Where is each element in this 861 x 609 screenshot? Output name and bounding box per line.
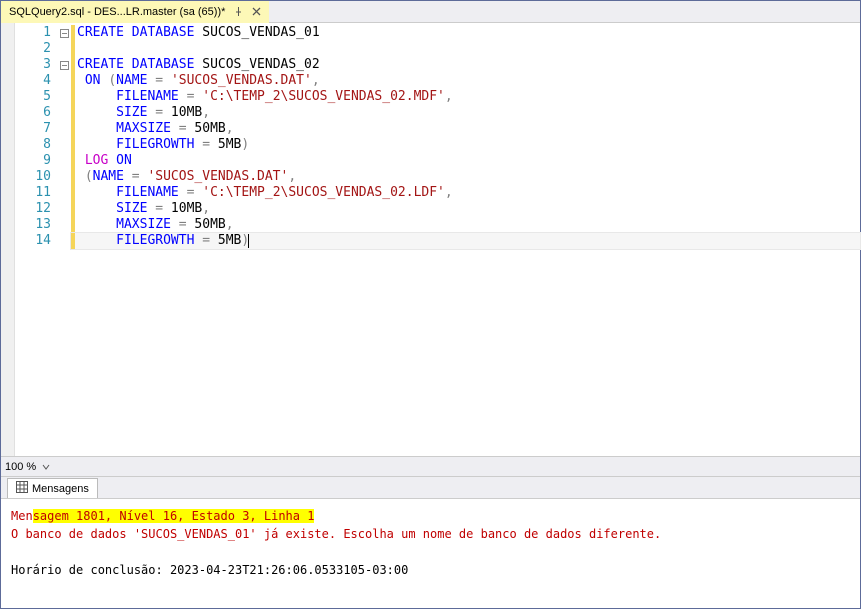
- messages-panel[interactable]: Mensagem 1801, Nível 16, Estado 3, Linha…: [1, 498, 860, 608]
- change-indicator: [71, 137, 75, 153]
- messages-grid-icon: [16, 481, 28, 496]
- zoom-value: 100 %: [5, 461, 36, 473]
- fold-toggle: [57, 89, 71, 105]
- error-header-plain: Men: [11, 509, 33, 523]
- line-number: 6: [15, 105, 57, 121]
- messages-tab-label: Mensagens: [32, 483, 89, 495]
- change-indicator: [71, 73, 75, 89]
- fold-toggle: [57, 137, 71, 153]
- fold-toggle: [57, 121, 71, 137]
- file-tab-title: SQLQuery2.sql - DES...LR.master (sa (65)…: [9, 6, 225, 18]
- code-line[interactable]: ON (NAME = 'SUCOS_VENDAS.DAT',: [71, 73, 860, 89]
- code-text: CREATE DATABASE SUCOS_VENDAS_02: [71, 57, 320, 73]
- change-indicator: [71, 89, 75, 105]
- fold-toggle[interactable]: [57, 57, 71, 73]
- code-line[interactable]: SIZE = 10MB,: [71, 105, 860, 121]
- change-indicator: [71, 25, 75, 41]
- change-indicator: [71, 153, 75, 169]
- messages-tab-bar: Mensagens: [1, 476, 860, 498]
- code-text: (NAME = 'SUCOS_VENDAS.DAT',: [71, 169, 296, 185]
- code-line[interactable]: CREATE DATABASE SUCOS_VENDAS_01: [71, 25, 860, 41]
- fold-toggle: [57, 233, 71, 249]
- change-indicator: [71, 169, 75, 185]
- line-number: 13: [15, 217, 57, 233]
- fold-toggle[interactable]: [57, 25, 71, 41]
- pin-icon[interactable]: [233, 7, 243, 17]
- code-text: LOG ON: [71, 153, 132, 169]
- error-header: Mensagem 1801, Nível 16, Estado 3, Linha…: [11, 507, 850, 525]
- zoom-dropdown-icon[interactable]: [40, 461, 52, 473]
- code-line[interactable]: (NAME = 'SUCOS_VENDAS.DAT',: [71, 169, 860, 185]
- fold-toggle: [57, 185, 71, 201]
- code-line[interactable]: CREATE DATABASE SUCOS_VENDAS_02: [71, 57, 860, 73]
- code-line[interactable]: FILEGROWTH = 5MB): [71, 233, 860, 249]
- line-number-gutter: 1234567891011121314: [15, 23, 57, 456]
- line-number: 8: [15, 137, 57, 153]
- code-line[interactable]: FILEGROWTH = 5MB): [71, 137, 860, 153]
- change-indicator: [71, 185, 75, 201]
- code-line[interactable]: SIZE = 10MB,: [71, 201, 860, 217]
- error-header-highlight: sagem 1801, Nível 16, Estado 3, Linha 1: [33, 509, 315, 523]
- line-number: 11: [15, 185, 57, 201]
- zoom-bar: 100 %: [1, 456, 860, 476]
- change-indicator: [71, 217, 75, 233]
- code-line[interactable]: MAXSIZE = 50MB,: [71, 121, 860, 137]
- code-text: SIZE = 10MB,: [71, 201, 210, 217]
- code-text: FILEGROWTH = 5MB): [71, 137, 249, 153]
- change-indicator: [71, 105, 75, 121]
- code-line[interactable]: FILENAME = 'C:\TEMP_2\SUCOS_VENDAS_02.MD…: [71, 89, 860, 105]
- fold-toggle: [57, 169, 71, 185]
- change-indicator: [71, 57, 75, 73]
- fold-toggle: [57, 105, 71, 121]
- code-line[interactable]: MAXSIZE = 50MB,: [71, 217, 860, 233]
- change-indicator: [71, 121, 75, 137]
- line-number: 5: [15, 89, 57, 105]
- code-line[interactable]: FILENAME = 'C:\TEMP_2\SUCOS_VENDAS_02.LD…: [71, 185, 860, 201]
- line-number: 14: [15, 233, 57, 249]
- line-number: 3: [15, 57, 57, 73]
- line-number: 10: [15, 169, 57, 185]
- fold-toggle: [57, 153, 71, 169]
- blank-line: [11, 543, 850, 561]
- line-number: 7: [15, 121, 57, 137]
- error-detail: O banco de dados 'SUCOS_VENDAS_01' já ex…: [11, 525, 850, 543]
- code-text: FILEGROWTH = 5MB): [71, 233, 249, 249]
- code-text: MAXSIZE = 50MB,: [71, 121, 234, 137]
- completion-time: Horário de conclusão: 2023-04-23T21:26:0…: [11, 561, 850, 579]
- close-icon[interactable]: [251, 7, 261, 17]
- fold-toggle: [57, 73, 71, 89]
- fold-toggle: [57, 217, 71, 233]
- line-number: 9: [15, 153, 57, 169]
- tab-bar: SQLQuery2.sql - DES...LR.master (sa (65)…: [1, 1, 860, 23]
- code-line[interactable]: [71, 41, 860, 57]
- change-indicator: [71, 233, 75, 249]
- fold-toggle: [57, 201, 71, 217]
- line-number: 1: [15, 25, 57, 41]
- change-indicator: [71, 41, 75, 57]
- code-area[interactable]: CREATE DATABASE SUCOS_VENDAS_01 CREATE DA…: [71, 23, 860, 456]
- code-text: FILENAME = 'C:\TEMP_2\SUCOS_VENDAS_02.LD…: [71, 185, 453, 201]
- code-text: ON (NAME = 'SUCOS_VENDAS.DAT',: [71, 73, 320, 89]
- change-indicator: [71, 201, 75, 217]
- file-tab[interactable]: SQLQuery2.sql - DES...LR.master (sa (65)…: [1, 1, 269, 23]
- line-number: 12: [15, 201, 57, 217]
- line-number: 4: [15, 73, 57, 89]
- code-text: SIZE = 10MB,: [71, 105, 210, 121]
- editor-margin: [1, 23, 15, 456]
- code-text: FILENAME = 'C:\TEMP_2\SUCOS_VENDAS_02.MD…: [71, 89, 453, 105]
- code-text: CREATE DATABASE SUCOS_VENDAS_01: [71, 25, 320, 41]
- fold-column: [57, 23, 71, 456]
- messages-tab[interactable]: Mensagens: [7, 478, 98, 498]
- code-line[interactable]: LOG ON: [71, 153, 860, 169]
- line-number: 2: [15, 41, 57, 57]
- code-text: MAXSIZE = 50MB,: [71, 217, 234, 233]
- text-cursor: [248, 234, 249, 248]
- fold-toggle: [57, 41, 71, 57]
- sql-editor[interactable]: 1234567891011121314 CREATE DATABASE SUCO…: [1, 23, 860, 456]
